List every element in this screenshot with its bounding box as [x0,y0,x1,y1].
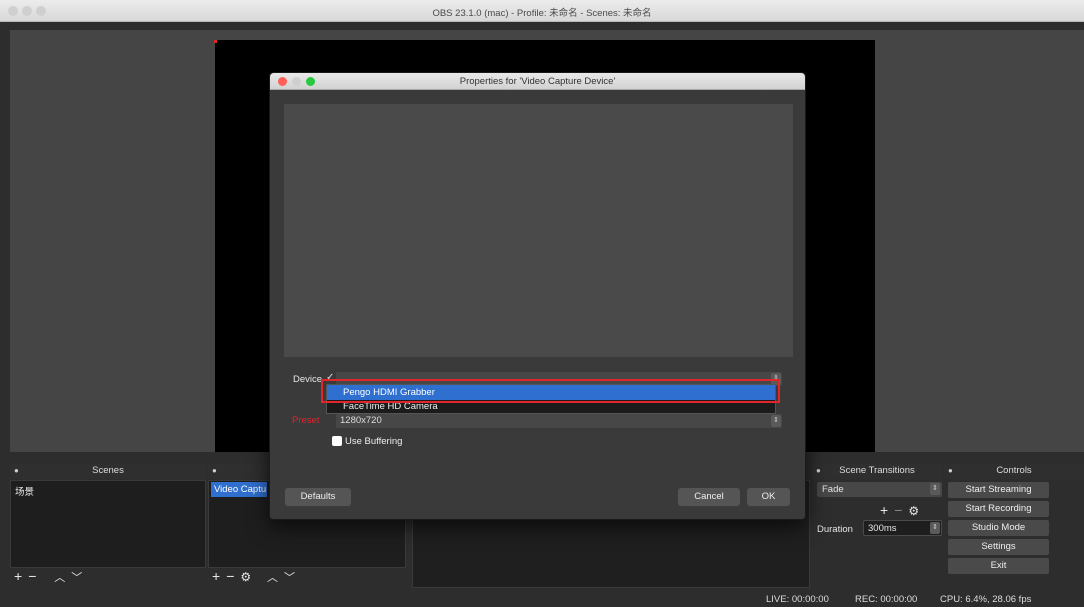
rec-timer: REC: 00:00:00 [855,594,918,605]
move-up-icon[interactable]: ︿ [54,569,65,585]
add-scene-icon[interactable]: + [14,568,22,584]
add-source-icon[interactable]: + [212,568,220,584]
preset-select[interactable]: 1280x720 ⇕ [336,414,782,428]
spin-arrows-icon[interactable]: ⇕ [930,522,940,534]
highlight-box [321,379,780,403]
exit-button[interactable]: Exit [948,558,1049,574]
dock-pin-icon[interactable]: ● [14,463,19,479]
gear-icon[interactable]: ⚙ [908,504,919,518]
preset-label: Preset [292,415,320,426]
device-label: Device [293,374,323,385]
move-down-icon[interactable]: ﹀ [71,569,82,585]
remove-scene-icon[interactable]: − [28,568,36,584]
duration-label: Duration [817,524,853,535]
transitions-dock-title: ● Scene Transitions [812,463,942,479]
dialog-preview [284,104,793,357]
settings-button[interactable]: Settings [948,539,1049,555]
properties-dialog: Properties for 'Video Capture Device' De… [269,72,806,520]
controls-dock-title: ● Controls [944,463,1084,479]
dialog-titlebar: Properties for 'Video Capture Device' [270,73,805,90]
cpu-stats: CPU: 6.4%, 28.06 fps [940,594,1032,605]
sources-toolbar: + − ⚙ ︿ ﹀ [212,568,301,586]
studio-mode-button[interactable]: Studio Mode [948,520,1049,536]
dialog-title: Properties for 'Video Capture Device' [459,76,616,87]
cancel-button[interactable]: Cancel [678,488,740,506]
dock-pin-icon[interactable]: ● [212,463,217,479]
remove-transition-icon[interactable]: − [894,502,902,518]
scenes-dock-title: ● Scenes [10,463,206,479]
scenes-list[interactable]: 场景 [10,480,206,568]
use-buffering-checkbox[interactable] [332,436,342,446]
transitions-toolbar: + − ⚙ [880,502,925,520]
chevron-updown-icon: ⇕ [771,415,781,427]
move-down-icon[interactable]: ﹀ [284,569,295,585]
move-up-icon[interactable]: ︿ [267,569,278,585]
gear-icon[interactable]: ⚙ [240,570,251,584]
remove-source-icon[interactable]: − [226,568,234,584]
use-buffering-label: Use Buffering [345,436,403,447]
source-item[interactable]: Video Captu [211,482,267,497]
transition-select[interactable]: Fade ⇕ [817,482,942,497]
start-recording-button[interactable]: Start Recording [948,501,1049,517]
chevron-updown-icon: ⇕ [930,483,940,495]
dock-pin-icon[interactable]: ● [816,463,821,479]
duration-spinbox[interactable]: 300ms ⇕ [863,520,942,536]
scene-item[interactable]: 场景 [11,481,205,501]
add-transition-icon[interactable]: + [880,502,888,518]
dock-pin-icon[interactable]: ● [948,463,953,479]
window-titlebar: OBS 23.1.0 (mac) - Profile: 未命名 - Scenes… [0,0,1084,22]
window-title: OBS 23.1.0 (mac) - Profile: 未命名 - Scenes… [432,8,652,19]
start-streaming-button[interactable]: Start Streaming [948,482,1049,498]
live-timer: LIVE: 00:00:00 [766,594,829,605]
preview-corner-marker [214,40,217,43]
ok-button[interactable]: OK [747,488,790,506]
scenes-toolbar: + − ︿ ﹀ [14,568,88,586]
defaults-button[interactable]: Defaults [285,488,351,506]
